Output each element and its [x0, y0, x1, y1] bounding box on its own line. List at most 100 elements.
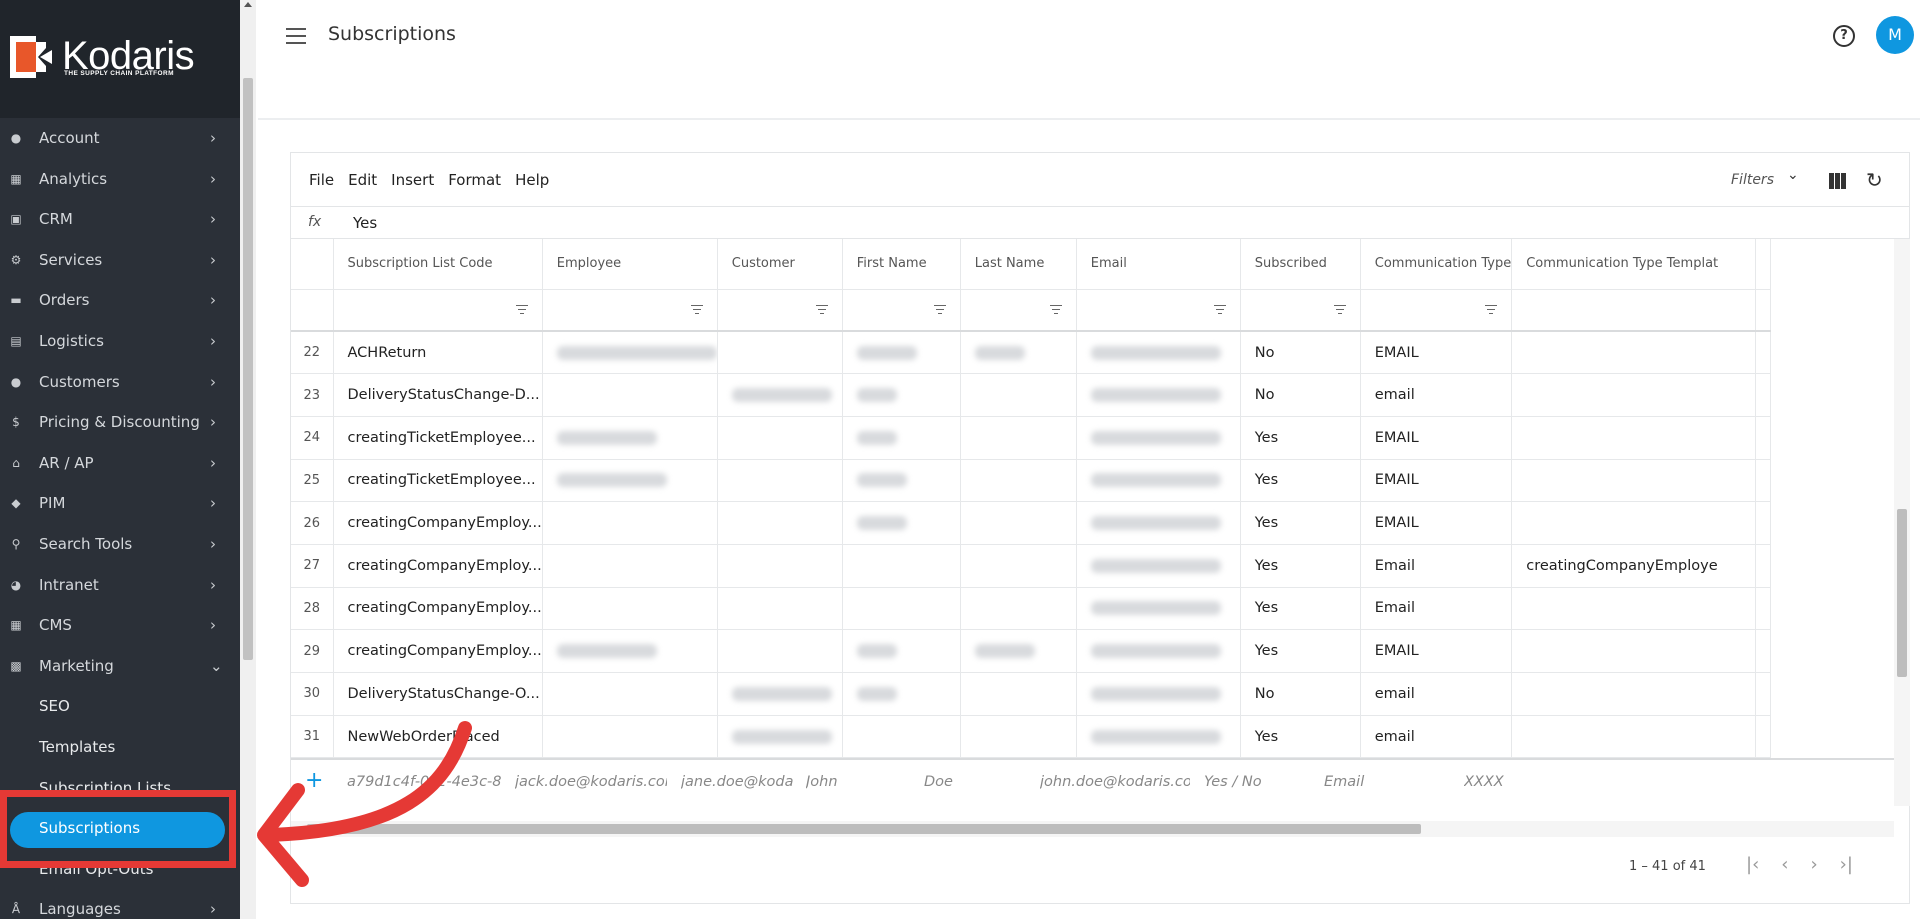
menu-help[interactable]: Help [515, 171, 549, 189]
subscribed-cell[interactable]: No [1240, 331, 1361, 375]
subscription-list-code-cell[interactable]: creatingCompanyEmploy... [333, 629, 543, 673]
avatar[interactable]: M [1876, 16, 1914, 54]
column-filter[interactable] [960, 289, 1077, 332]
column-header[interactable]: Communication Type [1360, 239, 1513, 290]
filter-icon[interactable] [815, 304, 828, 315]
filter-icon[interactable] [1485, 304, 1498, 315]
email-cell[interactable] [1076, 416, 1241, 460]
last-name-cell[interactable] [960, 672, 1077, 716]
communication-type-cell[interactable]: EMAIL [1360, 331, 1513, 375]
sidebar-scroll-thumb[interactable] [243, 78, 253, 660]
subscribed-cell[interactable]: Yes [1240, 416, 1361, 460]
subscribed-cell[interactable]: Yes [1240, 544, 1361, 588]
filters-button[interactable]: Filters [1731, 172, 1774, 188]
column-filter[interactable] [333, 289, 543, 332]
filter-icon[interactable] [933, 304, 946, 315]
email-cell[interactable] [1076, 587, 1241, 631]
sidebar-item-orders[interactable]: ▬ Orders › [0, 280, 240, 321]
table-row[interactable]: 23 DeliveryStatusChange-D... No email [291, 373, 1772, 417]
subscribed-cell[interactable]: No [1240, 373, 1361, 417]
filter-icon[interactable] [690, 304, 703, 315]
table-row[interactable]: 31 NewWebOrderPlaced Yes email [291, 715, 1772, 759]
employee-cell[interactable] [542, 715, 718, 759]
communication-type-cell[interactable]: email [1360, 373, 1513, 417]
communication-type-template-cell[interactable] [1511, 416, 1757, 460]
row-number[interactable]: 22 [291, 331, 334, 375]
hamburger-menu-icon[interactable] [286, 28, 306, 44]
subscription-list-code-cell[interactable]: creatingCompanyEmploy... [333, 544, 543, 588]
sidebar-item-pricing-discounting[interactable]: $ Pricing & Discounting › [0, 402, 240, 443]
sidebar-item-analytics[interactable]: ▦ Analytics › [0, 159, 240, 200]
table-row[interactable]: 24 creatingTicketEmployee... Yes EMAIL [291, 416, 1772, 460]
last-name-cell[interactable] [960, 501, 1077, 545]
communication-type-template-cell[interactable] [1511, 715, 1757, 759]
customer-cell[interactable] [717, 544, 843, 588]
subscription-list-code-cell[interactable]: DeliveryStatusChange-O... [333, 672, 543, 716]
column-filter[interactable] [1360, 289, 1513, 332]
new-communication-type[interactable]: Email [1324, 774, 1449, 790]
column-filter[interactable] [842, 289, 961, 332]
customer-cell[interactable] [717, 416, 843, 460]
first-name-cell[interactable] [842, 587, 961, 631]
communication-type-template-cell[interactable] [1511, 672, 1757, 716]
subscription-list-code-cell[interactable]: DeliveryStatusChange-D... [333, 373, 543, 417]
column-filter[interactable] [1240, 289, 1361, 332]
menu-edit[interactable]: Edit [348, 171, 377, 189]
next-page-icon[interactable]: › [1810, 854, 1817, 875]
filter-icon[interactable] [1333, 304, 1346, 315]
column-filter[interactable] [1076, 289, 1241, 332]
communication-type-cell[interactable]: Email [1360, 587, 1513, 631]
employee-cell[interactable] [542, 629, 718, 673]
communication-type-cell[interactable]: email [1360, 672, 1513, 716]
row-number[interactable]: 23 [291, 373, 334, 417]
filter-icon[interactable] [1049, 304, 1062, 315]
subscribed-cell[interactable]: Yes [1240, 459, 1361, 503]
grid-horizontal-scrollbar[interactable] [291, 821, 1894, 837]
email-cell[interactable] [1076, 544, 1241, 588]
formula-input[interactable]: Yes [353, 214, 377, 232]
communication-type-template-cell[interactable] [1511, 587, 1757, 631]
customer-cell[interactable] [717, 715, 843, 759]
table-row[interactable]: 29 creatingCompanyEmploy... Yes EMAIL [291, 629, 1772, 673]
help-icon[interactable]: ? [1833, 25, 1855, 47]
sidebar-item-search-tools[interactable]: ⚲ Search Tools › [0, 524, 240, 565]
last-name-cell[interactable] [960, 715, 1077, 759]
table-row[interactable]: 27 creatingCompanyEmploy... Yes Email creati… [291, 544, 1772, 588]
employee-cell[interactable] [542, 373, 718, 417]
communication-type-template-cell[interactable]: creatingCompanyEmploye [1511, 544, 1757, 588]
last-name-cell[interactable] [960, 459, 1077, 503]
subscription-list-code-cell[interactable]: creatingTicketEmployee... [333, 459, 543, 503]
communication-type-cell[interactable]: EMAIL [1360, 459, 1513, 503]
customer-cell[interactable] [717, 501, 843, 545]
first-page-icon[interactable]: |‹ [1746, 854, 1759, 875]
subscription-list-code-cell[interactable]: creatingCompanyEmploy... [333, 501, 543, 545]
first-name-cell[interactable] [842, 672, 961, 716]
row-number[interactable]: 29 [291, 629, 334, 673]
new-employee[interactable]: jack.doe@kodaris.com [515, 774, 667, 790]
column-header[interactable]: Subscribed [1240, 239, 1361, 290]
sidebar-subitem-templates[interactable]: Templates [0, 727, 240, 768]
sidebar-item-languages[interactable]: Å Languages › [0, 889, 240, 919]
communication-type-template-cell[interactable] [1511, 373, 1757, 417]
row-number[interactable]: 27 [291, 544, 334, 588]
row-number[interactable]: 24 [291, 416, 334, 460]
grid-vscroll-thumb[interactable] [1897, 509, 1907, 677]
scroll-up-icon[interactable] [244, 2, 252, 7]
sidebar-item-intranet[interactable]: ◕ Intranet › [0, 565, 240, 606]
column-filter[interactable] [717, 289, 843, 332]
sidebar-item-customers[interactable]: ● Customers › [0, 362, 240, 403]
logo[interactable]: Kodaris THE SUPPLY CHAIN PLATFORM [0, 0, 240, 118]
filter-icon[interactable] [515, 304, 528, 315]
communication-type-cell[interactable]: EMAIL [1360, 501, 1513, 545]
column-filter[interactable] [1511, 289, 1757, 332]
menu-format[interactable]: Format [448, 171, 501, 189]
subscribed-cell[interactable]: Yes [1240, 629, 1361, 673]
first-name-cell[interactable] [842, 416, 961, 460]
first-name-cell[interactable] [842, 373, 961, 417]
chevron-down-icon[interactable]: ⌄ [1787, 167, 1799, 183]
customer-cell[interactable] [717, 629, 843, 673]
email-cell[interactable] [1076, 501, 1241, 545]
last-name-cell[interactable] [960, 629, 1077, 673]
first-name-cell[interactable] [842, 629, 961, 673]
first-name-cell[interactable] [842, 715, 961, 759]
